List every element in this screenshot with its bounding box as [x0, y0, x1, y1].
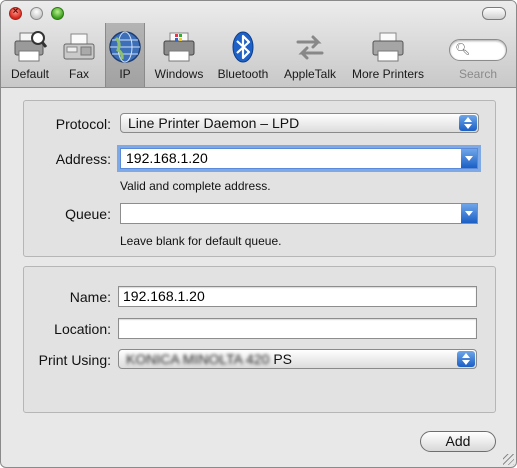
- appletalk-icon: [296, 35, 324, 60]
- search-icon: 🔍︎: [455, 42, 471, 56]
- minimize-button[interactable]: [30, 7, 43, 20]
- toolbar-item-bluetooth[interactable]: Bluetooth: [213, 29, 273, 83]
- protocol-value: Line Printer Daemon – LPD: [128, 115, 300, 131]
- more-printers-icon: [372, 32, 404, 62]
- name-value: 192.168.1.20: [123, 288, 205, 304]
- toolbar-item-label: Windows: [154, 67, 204, 81]
- queue-field[interactable]: [120, 203, 478, 224]
- protocol-label: Protocol:: [55, 116, 111, 132]
- search-input[interactable]: 🔍︎: [449, 39, 507, 61]
- default-printer-icon: [14, 31, 48, 62]
- windows-printer-icon: [163, 32, 195, 62]
- name-label: Name:: [69, 289, 111, 305]
- toolbar-item-more-printers[interactable]: More Printers: [347, 29, 429, 83]
- driver-suffix: PS: [273, 351, 292, 367]
- add-printer-window: × Default Fax IP Windows Bluetooth Apple…: [0, 0, 517, 468]
- toolbar-item-label: More Printers: [351, 67, 425, 81]
- toolbar-item-label: Fax: [68, 67, 89, 81]
- toolbar-item-windows[interactable]: Windows: [151, 29, 207, 83]
- toolbar: × Default Fax IP Windows Bluetooth Apple…: [1, 1, 516, 88]
- queue-note: Leave blank for default queue.: [120, 234, 282, 248]
- toolbar-item-label: AppleTalk: [283, 67, 337, 81]
- resize-grip-icon[interactable]: [503, 454, 514, 465]
- location-field[interactable]: [118, 318, 477, 339]
- globe-icon: [109, 31, 141, 63]
- fax-icon: [63, 33, 95, 60]
- toolbar-item-label: Bluetooth: [217, 67, 269, 81]
- location-label: Location:: [54, 321, 111, 337]
- print-using-select[interactable]: KONICA MINOLTA 420 PS: [118, 349, 477, 369]
- protocol-select[interactable]: Line Printer Daemon – LPD: [120, 113, 479, 133]
- toolbar-toggle-button[interactable]: [482, 7, 506, 20]
- zoom-button[interactable]: [51, 7, 64, 20]
- address-status-note: Valid and complete address.: [120, 179, 271, 193]
- close-icon: ×: [12, 6, 19, 17]
- bluetooth-icon: [232, 31, 254, 63]
- add-button[interactable]: Add: [420, 431, 496, 452]
- address-value: 192.168.1.20: [126, 150, 208, 166]
- toolbar-item-label: IP: [119, 67, 131, 81]
- driver-name-redacted: KONICA MINOLTA 420: [126, 351, 270, 367]
- name-field[interactable]: 192.168.1.20: [118, 286, 477, 307]
- chevron-updown-icon: [457, 351, 475, 367]
- queue-label: Queue:: [65, 206, 111, 222]
- toolbar-item-label: Default: [10, 67, 50, 81]
- chevron-down-icon[interactable]: [461, 149, 477, 168]
- toolbar-item-ip[interactable]: IP: [105, 23, 145, 87]
- address-field[interactable]: 192.168.1.20: [120, 148, 478, 169]
- close-button[interactable]: ×: [9, 6, 22, 20]
- chevron-updown-icon: [459, 115, 477, 131]
- chevron-down-icon[interactable]: [461, 204, 477, 223]
- toolbar-item-fax[interactable]: Fax: [61, 29, 97, 83]
- search-label: Search: [458, 67, 498, 81]
- address-label: Address:: [55, 151, 111, 167]
- print-using-label: Print Using:: [38, 352, 111, 368]
- toolbar-item-default[interactable]: Default: [5, 29, 55, 83]
- toolbar-item-appletalk[interactable]: AppleTalk: [279, 29, 341, 83]
